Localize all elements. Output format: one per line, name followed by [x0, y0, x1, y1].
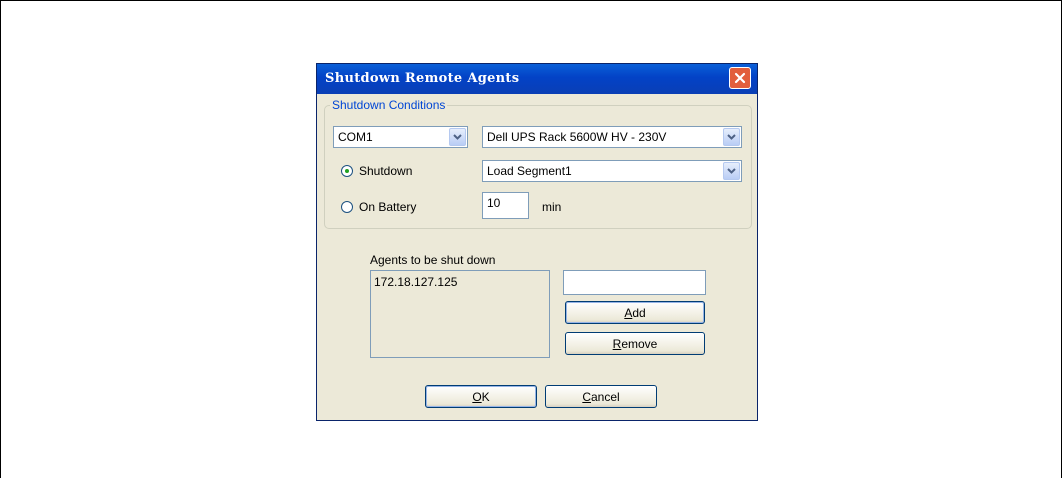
chevron-down-icon — [727, 168, 736, 174]
on-battery-radio-indicator — [341, 201, 353, 213]
agents-list-label: Agents to be shut down — [370, 253, 496, 267]
minutes-unit-label: min — [542, 200, 562, 214]
agents-list[interactable]: 172.18.127.125 — [370, 270, 550, 358]
shutdown-conditions-legend: Shutdown Conditions — [330, 98, 448, 112]
load-segment-select[interactable]: Load Segment1 — [482, 160, 742, 182]
ups-model-value: Dell UPS Rack 5600W HV - 230V — [487, 130, 667, 144]
load-segment-dropdown-button[interactable] — [723, 162, 740, 180]
close-icon — [734, 72, 746, 84]
ok-button-label: K — [481, 389, 490, 404]
ups-model-dropdown-button[interactable] — [723, 128, 740, 146]
ups-model-select[interactable]: Dell UPS Rack 5600W HV - 230V — [482, 126, 742, 148]
title-bar[interactable]: Shutdown Remote Agents — [317, 64, 757, 94]
port-select[interactable]: COM1 — [333, 126, 468, 148]
remove-button-mnemonic: R — [612, 336, 622, 351]
remove-button-label: emove — [621, 336, 658, 351]
list-item[interactable]: 172.18.127.125 — [374, 275, 457, 289]
minutes-input[interactable]: 10 — [482, 192, 529, 219]
shutdown-radio-indicator — [341, 165, 353, 177]
on-battery-radio-label: On Battery — [359, 200, 417, 214]
shutdown-remote-agents-dialog: Shutdown Remote Agents Shutdown Conditio… — [316, 63, 758, 421]
ok-button-mnemonic: O — [472, 389, 482, 404]
load-segment-value: Load Segment1 — [487, 164, 572, 178]
radio-selected-dot — [345, 169, 349, 173]
add-button-label: dd — [632, 305, 646, 320]
chevron-down-icon — [727, 134, 736, 140]
port-dropdown-button[interactable] — [449, 128, 466, 146]
on-battery-radio[interactable]: On Battery — [341, 199, 416, 215]
shutdown-radio-label: Shutdown — [359, 164, 413, 178]
cancel-button-label: ancel — [590, 389, 620, 404]
shutdown-radio[interactable]: Shutdown — [341, 163, 412, 179]
close-button[interactable] — [729, 67, 751, 89]
add-button-mnemonic: A — [624, 305, 633, 320]
ok-button[interactable]: OK — [425, 385, 537, 408]
port-select-value: COM1 — [338, 130, 373, 144]
remove-button[interactable]: Remove — [565, 332, 705, 355]
add-button[interactable]: Add — [565, 301, 705, 324]
cancel-button-mnemonic: C — [582, 389, 591, 404]
chevron-down-icon — [453, 134, 462, 140]
cancel-button[interactable]: Cancel — [545, 385, 657, 408]
dialog-title: Shutdown Remote Agents — [325, 71, 520, 86]
new-agent-input[interactable] — [563, 270, 706, 295]
